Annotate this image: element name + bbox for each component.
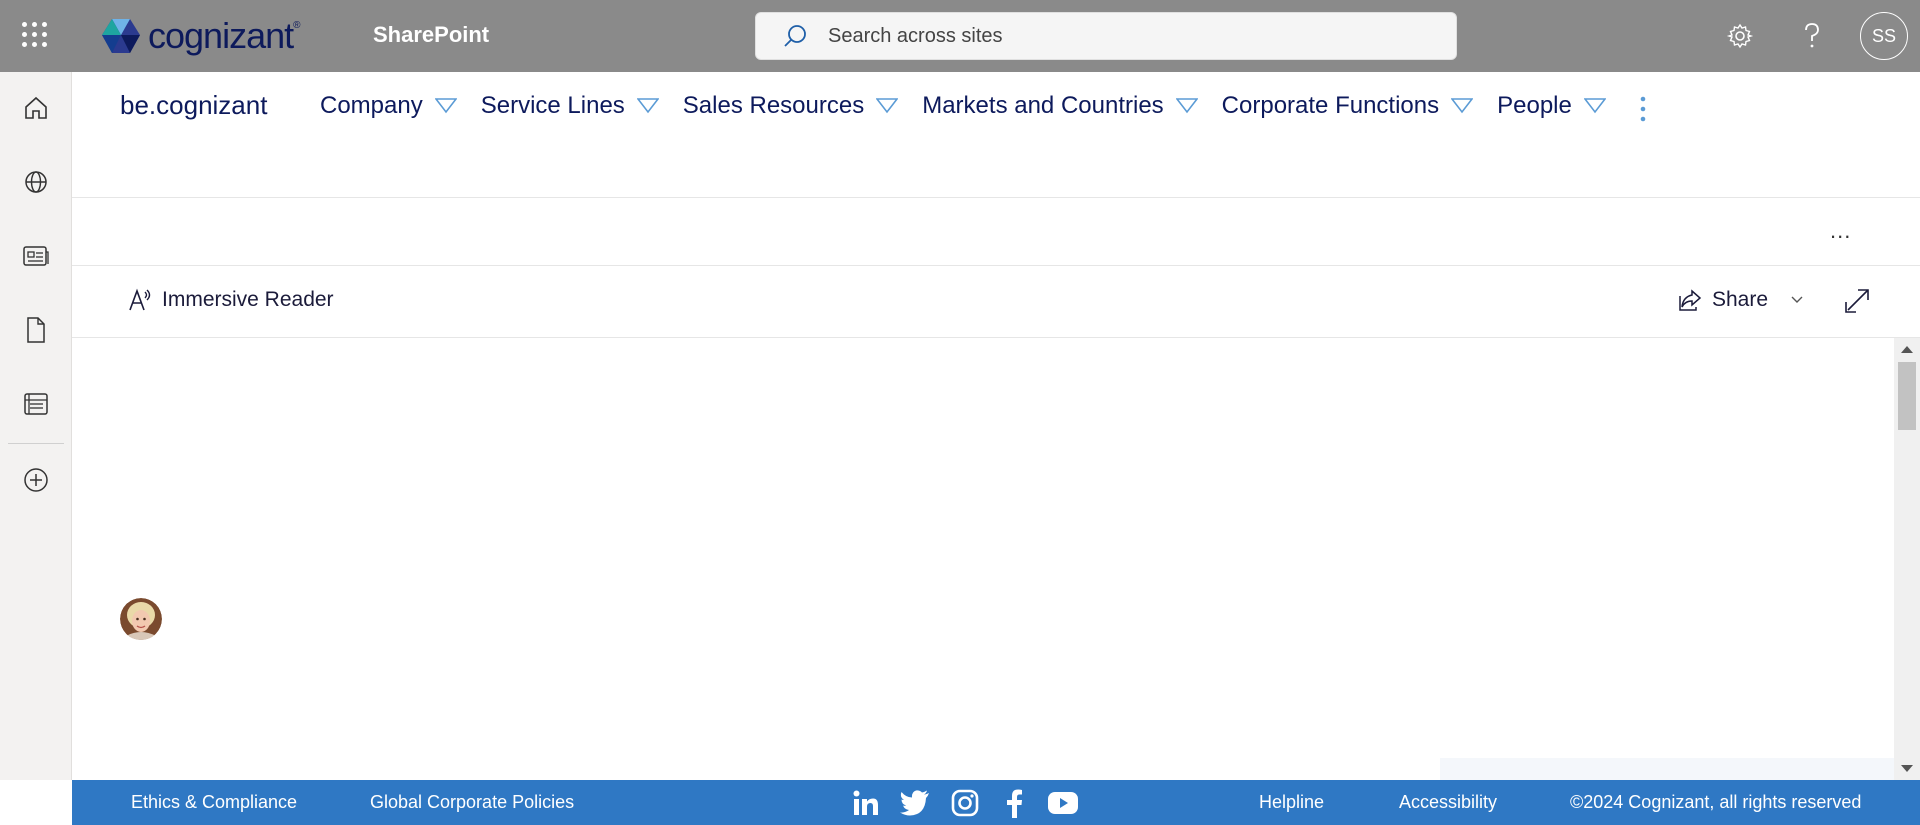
nav-item-company[interactable]: Company — [320, 92, 457, 120]
linkedin-icon[interactable] — [850, 787, 882, 819]
app-name[interactable]: SharePoint — [373, 22, 489, 48]
nav-item-service-lines[interactable]: Service Lines — [481, 92, 659, 120]
more-nav-kebab-icon[interactable] — [1638, 94, 1648, 124]
expand-fullscreen-icon[interactable] — [1842, 286, 1872, 316]
content-panel-edge — [1440, 758, 1894, 780]
page-content — [72, 338, 1920, 780]
user-avatar[interactable]: SS — [1860, 12, 1908, 60]
settings-gear-icon[interactable] — [1722, 18, 1758, 54]
site-title[interactable]: be.cognizant — [120, 90, 267, 121]
dropdown-triangle-icon[interactable] — [1451, 98, 1474, 114]
nav-item-corporate-functions[interactable]: Corporate Functions — [1221, 92, 1474, 120]
rail-divider — [8, 443, 64, 444]
lists-icon[interactable] — [18, 386, 54, 422]
instagram-icon[interactable] — [949, 787, 981, 819]
immersive-reader-button[interactable]: Immersive Reader — [128, 288, 334, 312]
footer-link-policies[interactable]: Global Corporate Policies — [370, 792, 574, 813]
footer-link-accessibility[interactable]: Accessibility — [1399, 792, 1497, 813]
files-icon[interactable] — [18, 312, 54, 348]
share-label: Share — [1712, 288, 1769, 311]
nav-item-label: Service Lines — [480, 92, 625, 119]
hub-nav-links: Company Service Lines Sales Resources Ma… — [320, 92, 1630, 120]
news-icon[interactable] — [18, 238, 54, 274]
left-app-bar — [0, 72, 72, 780]
more-options-ellipsis-icon[interactable]: ... — [1830, 218, 1860, 243]
nav-item-label: Corporate Functions — [1221, 92, 1440, 119]
app-launcher-icon[interactable] — [22, 22, 48, 48]
footer-link-helpline[interactable]: Helpline — [1259, 792, 1324, 813]
nav-item-label: Markets and Countries — [922, 92, 1164, 119]
cognizant-logo-mark-icon — [102, 19, 140, 53]
twitter-icon[interactable] — [899, 787, 931, 819]
suite-bar: cognizant ® SharePoint SS — [0, 0, 1920, 72]
footer-link-ethics[interactable]: Ethics & Compliance — [131, 792, 297, 813]
page-command-bar: ... — [72, 198, 1920, 266]
site-footer: Ethics & Compliance Global Corporate Pol… — [72, 780, 1920, 825]
trademark-symbol: ® — [293, 20, 301, 31]
author-avatar[interactable] — [120, 598, 162, 640]
scroll-thumb[interactable] — [1898, 362, 1916, 430]
scroll-down-arrow-icon[interactable] — [1901, 765, 1913, 772]
dropdown-triangle-icon[interactable] — [1583, 98, 1606, 114]
home-icon[interactable] — [18, 90, 54, 126]
chevron-down-icon[interactable] — [1790, 295, 1804, 305]
globe-sites-icon[interactable] — [18, 164, 54, 200]
vertical-scrollbar[interactable] — [1894, 338, 1920, 780]
search-box[interactable] — [755, 12, 1457, 60]
dropdown-triangle-icon[interactable] — [434, 98, 457, 114]
search-icon — [784, 25, 806, 47]
dropdown-triangle-icon[interactable] — [1175, 98, 1198, 114]
youtube-icon[interactable] — [1047, 787, 1079, 819]
help-question-icon[interactable] — [1794, 18, 1830, 54]
create-plus-icon[interactable] — [18, 462, 54, 498]
search-input[interactable] — [828, 24, 1428, 48]
share-icon — [1679, 289, 1702, 311]
footer-copyright: ©2024 Cognizant, all rights reserved — [1570, 792, 1862, 812]
nav-item-label: Sales Resources — [682, 92, 865, 119]
nav-item-label: Company — [320, 92, 423, 119]
dropdown-triangle-icon[interactable] — [876, 98, 899, 114]
dropdown-triangle-icon[interactable] — [636, 98, 659, 114]
nav-item-markets-and-countries[interactable]: Markets and Countries — [922, 92, 1198, 120]
cognizant-logo[interactable]: cognizant ® — [100, 15, 301, 56]
share-button[interactable]: Share — [1678, 288, 1804, 312]
nav-item-people[interactable]: People — [1497, 92, 1606, 120]
immersive-reader-icon — [129, 288, 151, 311]
facebook-icon[interactable] — [998, 787, 1030, 819]
scroll-up-arrow-icon[interactable] — [1901, 346, 1913, 353]
hub-navigation: be.cognizant Company Service Lines Sales… — [72, 72, 1920, 198]
immersive-reader-label: Immersive Reader — [162, 288, 334, 311]
page-actions-bar: Immersive Reader Share — [72, 266, 1920, 338]
nav-item-label: People — [1497, 92, 1572, 119]
brand-wordmark: cognizant — [148, 15, 294, 56]
nav-item-sales-resources[interactable]: Sales Resources — [682, 92, 899, 120]
